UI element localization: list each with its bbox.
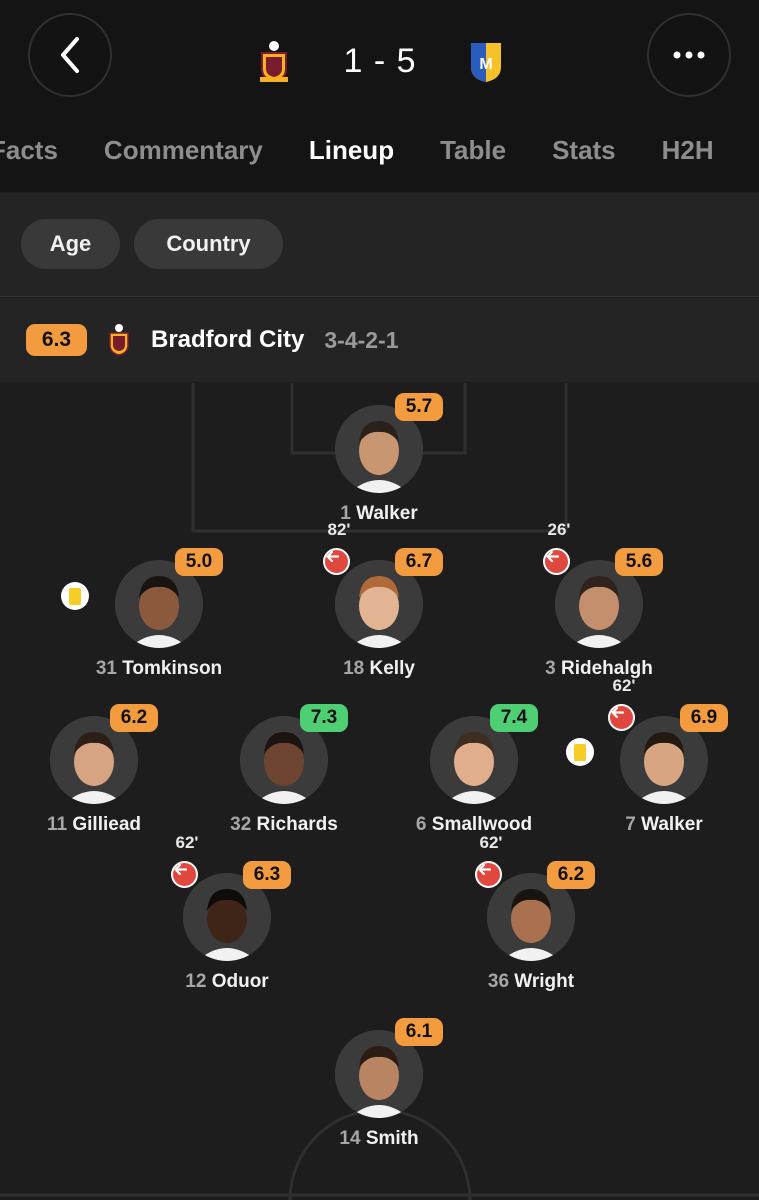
player-rating-badge: 6.3: [243, 861, 291, 889]
player-rating-badge: 5.6: [615, 548, 663, 576]
match-tabs: Facts Commentary Lineup Table Stats H2H: [0, 128, 759, 172]
player-number: 12: [185, 971, 207, 992]
scoreline: 1 - 5 M: [230, 36, 530, 86]
yellow-card-icon: [61, 582, 89, 610]
player-number: 18: [343, 658, 365, 679]
player-rating-badge: 7.3: [300, 704, 348, 732]
team-name: Bradford City: [151, 326, 305, 353]
player-rating-badge: 7.4: [490, 704, 538, 732]
substituted-off-icon: [475, 861, 502, 888]
player-number: 14: [339, 1128, 361, 1149]
player-rating-badge: 6.7: [395, 548, 443, 576]
svg-text:M: M: [479, 56, 492, 73]
player-number: 3: [545, 658, 556, 679]
substitution-minute: 82': [327, 520, 351, 539]
substituted-off-icon: [323, 548, 350, 575]
tab-facts[interactable]: Facts: [0, 135, 58, 166]
tab-stats[interactable]: Stats: [552, 135, 616, 166]
tab-commentary[interactable]: Commentary: [104, 135, 263, 166]
player-card[interactable]: 6.2 62' 36 Wright: [431, 833, 631, 1013]
substituted-off-icon: [608, 704, 635, 731]
age-filter-chip[interactable]: Age: [21, 219, 120, 269]
pitch: 5.7 1 Walker 5.0 31 Tomkinson 6.7 82' 18 Kelly…: [0, 383, 759, 1200]
score-text: 1 - 5: [343, 41, 417, 80]
player-number: 36: [487, 971, 510, 992]
player-card[interactable]: 6.1 14 Smith: [279, 1018, 479, 1170]
match-header: 1 - 5 M Facts Commentary Lineup Table St…: [0, 0, 759, 192]
player-name: Smith: [365, 1128, 419, 1149]
lineup-filters: Age Country: [0, 193, 759, 297]
player-rating-badge: 6.1: [395, 1018, 443, 1046]
substitution-minute: 62': [175, 833, 199, 852]
player-name: Richards: [256, 814, 338, 835]
player-number: 7: [625, 814, 636, 835]
player-name: Walker: [641, 814, 703, 835]
more-dots-icon: [673, 51, 705, 59]
player-name-label: 31 Tomkinson: [59, 658, 259, 680]
substituted-off-icon: [543, 548, 570, 575]
tab-h2h[interactable]: H2H: [662, 135, 714, 166]
player-rating-badge: 5.7: [395, 393, 443, 421]
tab-lineup[interactable]: Lineup: [309, 135, 394, 166]
player-rating-badge: 6.2: [547, 861, 595, 889]
team-formation: 3-4-2-1: [324, 326, 399, 353]
mansfield-town-crest-icon[interactable]: M: [466, 39, 506, 83]
player-number: 32: [230, 814, 252, 835]
player-name-label: 36 Wright: [431, 971, 631, 993]
yellow-card-icon: [566, 738, 594, 766]
team-rating-badge: 6.3: [26, 324, 87, 356]
player-name: Tomkinson: [122, 658, 223, 679]
country-filter-chip[interactable]: Country: [134, 219, 283, 269]
player-rating-badge: 5.0: [175, 548, 223, 576]
back-button[interactable]: [28, 13, 112, 97]
player-card[interactable]: 6.9 62' 7 Walker: [564, 676, 759, 856]
player-card[interactable]: 6.3 62' 12 Oduor: [127, 833, 327, 1013]
substitution-minute: 26': [547, 520, 571, 539]
player-name: Gilliead: [72, 814, 141, 835]
substituted-off-icon: [171, 861, 198, 888]
substitution-minute: 62': [612, 676, 636, 695]
player-rating-badge: 6.9: [680, 704, 728, 732]
player-rating-badge: 6.2: [110, 704, 158, 732]
team-header[interactable]: 6.3 Bradford City 3-4-2-1: [0, 298, 759, 382]
player-number: 31: [95, 658, 117, 679]
player-number: 6: [415, 814, 427, 835]
team-crest-icon: [109, 324, 129, 356]
tab-table[interactable]: Table: [440, 135, 506, 166]
player-name: Wright: [514, 971, 575, 992]
player-card[interactable]: 5.0 31 Tomkinson: [59, 548, 259, 700]
player-name: Oduor: [211, 971, 269, 992]
player-name-label: 18 Kelly: [279, 658, 479, 680]
player-name-label: 7 Walker: [564, 814, 759, 836]
substitution-minute: 62': [479, 833, 503, 852]
bradford-city-crest-icon[interactable]: [254, 39, 294, 83]
player-name-label: 14 Smith: [279, 1128, 479, 1150]
player-name: Kelly: [369, 658, 415, 679]
chevron-left-icon: [61, 37, 79, 73]
player-name-label: 12 Oduor: [127, 971, 327, 993]
player-number: 11: [46, 814, 68, 835]
more-options-button[interactable]: [647, 13, 731, 97]
player-card[interactable]: 6.7 82' 18 Kelly: [279, 520, 479, 700]
player-name: Smallwood: [431, 814, 533, 835]
